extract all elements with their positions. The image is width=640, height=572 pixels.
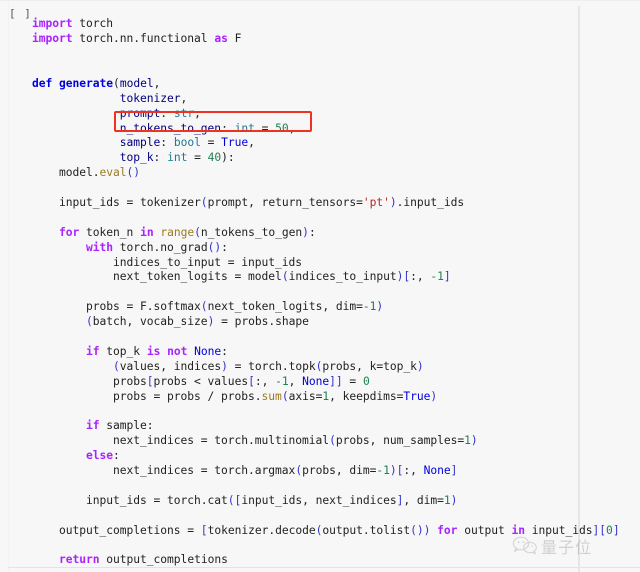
code-line-highlighted: n_tokens_to_gen: int = 50, bbox=[119, 121, 296, 135]
code-line: return output_completions bbox=[59, 553, 228, 567]
code-line: if sample: bbox=[86, 419, 154, 433]
code-line: input_ids = tokenizer(prompt, return_ten… bbox=[32, 195, 465, 209]
code-block[interactable]: import torch import torch.nn.functional a… bbox=[32, 17, 632, 568]
code-line: next_token_logits = model(indices_to_inp… bbox=[32, 270, 451, 284]
code-line: with torch.no_grad(): bbox=[86, 240, 228, 254]
code-line: (values, indices) = torch.topk(probs, k=… bbox=[113, 359, 424, 373]
code-line: probs = F.softmax(next_token_logits, dim… bbox=[32, 300, 384, 314]
code-line: for token_n in range(n_tokens_to_gen): bbox=[59, 225, 316, 239]
left-gutter-divider bbox=[8, 0, 9, 572]
code-line: input_ids = torch.cat([input_ids, next_i… bbox=[32, 493, 458, 507]
code-line: prompt: str, bbox=[119, 106, 201, 120]
code-line: output_completions = [tokenizer.decode(o… bbox=[32, 523, 620, 537]
code-line: next_indices = torch.argmax(probs, dim=-… bbox=[32, 464, 458, 478]
notebook-cell-screenshot: [ ] import torch import torch.nn.function… bbox=[0, 0, 640, 572]
code-line: if top_k is not None: bbox=[86, 344, 228, 358]
code-line: def generate(model, bbox=[32, 76, 161, 90]
code-line: tokenizer, bbox=[119, 91, 188, 105]
cell-execution-marker[interactable]: [ ] bbox=[9, 7, 32, 20]
code-line: import torch.nn.functional as F bbox=[32, 32, 242, 46]
code-line: probs[probs < values[:, -1, None]] = 0 bbox=[32, 374, 370, 388]
top-divider bbox=[0, 0, 640, 1]
code-line: probs = probs / probs.sum(axis=1, keepdi… bbox=[32, 389, 438, 403]
code-line: indices_to_input = input_ids bbox=[32, 255, 303, 269]
code-line: sample: bool = True, bbox=[119, 136, 255, 150]
code-line: model.eval() bbox=[32, 166, 141, 180]
code-line: import torch bbox=[32, 17, 114, 31]
code-line: top_k: int = 40): bbox=[119, 151, 235, 165]
code-line: else: bbox=[86, 449, 120, 463]
code-line: (batch, vocab_size) = probs.shape bbox=[86, 315, 309, 329]
code-line: next_indices = torch.multinomial(probs, … bbox=[32, 434, 478, 448]
